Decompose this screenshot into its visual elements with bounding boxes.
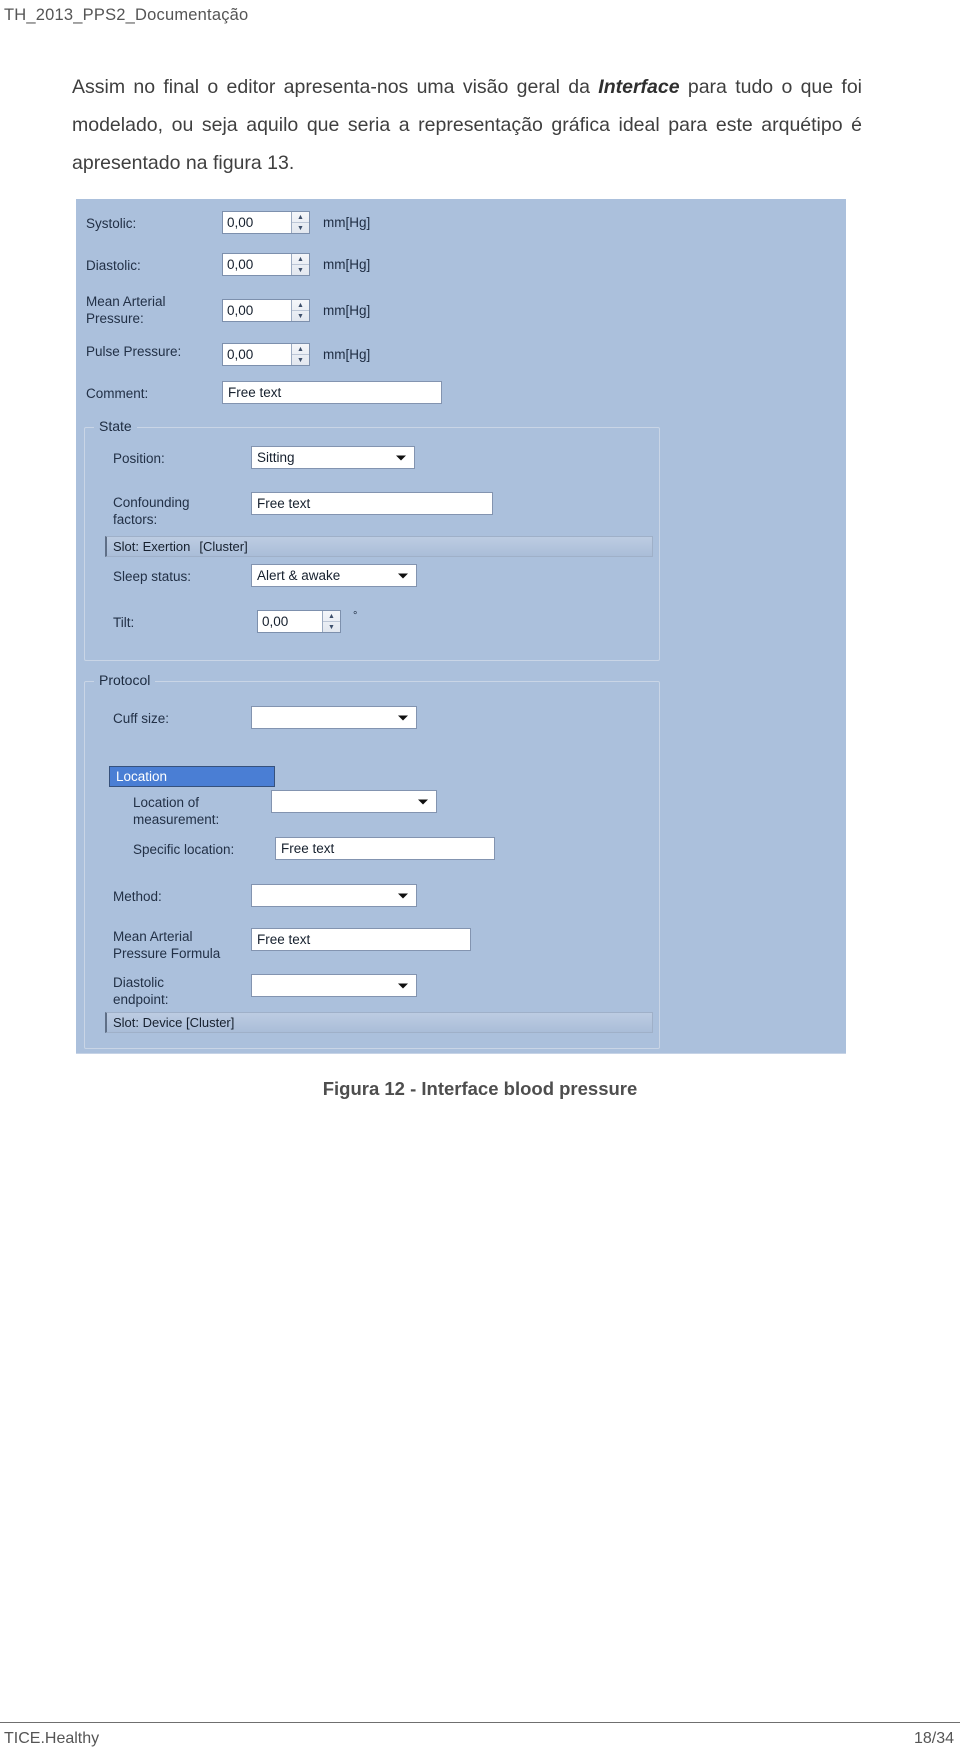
footer-project-name: TICE.Healthy: [4, 1730, 100, 1747]
label-diastolic-endpoint: Diastolic endpoint:: [113, 975, 169, 1007]
input-diastolic-value: 0,00: [227, 257, 254, 272]
input-mean-arterial-pressure-value: 0,00: [227, 303, 254, 318]
spinner-down-icon[interactable]: ▼: [292, 355, 309, 365]
chevron-down-icon[interactable]: [418, 799, 428, 804]
body-text-block: Assim no final o editor apresenta-nos um…: [72, 68, 862, 182]
spinner-buttons-diastolic[interactable]: ▲ ▼: [291, 254, 309, 275]
input-systolic[interactable]: 0,00 ▲ ▼: [222, 211, 310, 234]
select-method[interactable]: [251, 884, 417, 907]
input-confounding-factors[interactable]: Free text: [251, 492, 493, 515]
label-pulse-pressure: Pulse Pressure:: [86, 344, 182, 359]
unit-systolic: mm[Hg]: [323, 215, 371, 230]
spinner-down-icon[interactable]: ▼: [323, 622, 340, 632]
footer-divider: [0, 1722, 960, 1723]
unit-pulse-pressure: mm[Hg]: [323, 347, 371, 362]
label-comment: Comment:: [86, 386, 149, 401]
input-systolic-value: 0,00: [227, 215, 254, 230]
spinner-down-icon[interactable]: ▼: [292, 311, 309, 321]
label-position: Position:: [113, 451, 165, 466]
footer-page-number: 18/34: [913, 1730, 954, 1747]
figure-blood-pressure-interface: Systolic: 0,00 ▲ ▼ mm[Hg] Diastolic: 0,00…: [76, 199, 846, 1054]
slot-device[interactable]: Slot: Device [Cluster]: [105, 1012, 653, 1033]
select-position-value: Sitting: [257, 450, 295, 465]
input-pulse-pressure[interactable]: 0,00 ▲ ▼: [222, 343, 310, 366]
label-mean-arterial-pressure: Mean Arterial Pressure:: [86, 294, 166, 326]
input-specific-location[interactable]: Free text: [275, 837, 495, 860]
input-comment[interactable]: Free text: [222, 381, 442, 404]
select-location-of-measurement[interactable]: [271, 790, 437, 813]
spinner-buttons-tilt[interactable]: ▲ ▼: [322, 611, 340, 632]
select-diastolic-endpoint[interactable]: [251, 974, 417, 997]
label-sleep-status: Sleep status:: [113, 569, 192, 584]
chevron-down-icon[interactable]: [398, 573, 408, 578]
group-state-title: State: [94, 418, 137, 434]
label-tilt: Tilt:: [113, 615, 135, 630]
unit-tilt: °: [353, 610, 358, 622]
input-pulse-pressure-value: 0,00: [227, 347, 254, 362]
list-item-location-selected[interactable]: Location: [109, 766, 275, 787]
group-protocol: Protocol Cuff size: Location Location of…: [84, 672, 660, 1049]
chevron-down-icon[interactable]: [398, 893, 408, 898]
input-mean-arterial-pressure[interactable]: 0,00 ▲ ▼: [222, 299, 310, 322]
input-tilt[interactable]: 0,00 ▲ ▼: [257, 610, 341, 633]
slot-exertion[interactable]: Slot: Exertion [Cluster]: [105, 536, 653, 557]
spinner-buttons-systolic[interactable]: ▲ ▼: [291, 212, 309, 233]
label-cuff-size: Cuff size:: [113, 711, 170, 726]
select-sleep-status-value: Alert & awake: [257, 568, 341, 583]
slot-exertion-name: Slot: Exertion: [113, 539, 191, 554]
figure-caption: Figura 12 - Interface blood pressure: [322, 1078, 638, 1099]
paragraph-part-before: Assim no final o editor apresenta-nos um…: [72, 76, 599, 98]
chevron-down-icon[interactable]: [396, 455, 406, 460]
label-confounding-factors: Confounding factors:: [113, 495, 190, 527]
spinner-up-icon[interactable]: ▲: [292, 254, 309, 265]
form-bottom-strip: [76, 1053, 846, 1054]
paragraph: Assim no final o editor apresenta-nos um…: [72, 68, 862, 182]
group-protocol-title: Protocol: [94, 672, 156, 688]
select-position[interactable]: Sitting: [251, 446, 415, 469]
spinner-buttons-pulse-pressure[interactable]: ▲ ▼: [291, 344, 309, 365]
label-specific-location: Specific location:: [133, 842, 235, 857]
input-tilt-value: 0,00: [262, 614, 289, 629]
form-surface: Systolic: 0,00 ▲ ▼ mm[Hg] Diastolic: 0,00…: [76, 199, 846, 1054]
unit-mean-arterial-pressure: mm[Hg]: [323, 303, 371, 318]
spinner-up-icon[interactable]: ▲: [323, 611, 340, 622]
spinner-up-icon[interactable]: ▲: [292, 300, 309, 311]
spinner-down-icon[interactable]: ▼: [292, 265, 309, 275]
document-header: TH_2013_PPS2_Documentação: [4, 6, 249, 24]
label-location-of-measurement: Location of measurement:: [133, 795, 220, 827]
label-systolic: Systolic:: [86, 216, 137, 231]
unit-diastolic: mm[Hg]: [323, 257, 371, 272]
label-diastolic: Diastolic:: [86, 258, 141, 273]
label-map-formula: Mean Arterial Pressure Formula: [113, 929, 221, 961]
slot-exertion-kind: [Cluster]: [199, 539, 248, 554]
spinner-buttons-mean-arterial-pressure[interactable]: ▲ ▼: [291, 300, 309, 321]
spinner-up-icon[interactable]: ▲: [292, 344, 309, 355]
paragraph-emphasis: Interface: [598, 76, 680, 98]
label-method: Method:: [113, 889, 162, 904]
chevron-down-icon[interactable]: [398, 715, 408, 720]
input-map-formula[interactable]: Free text: [251, 928, 471, 951]
slot-device-name: Slot: Device [Cluster]: [113, 1015, 235, 1030]
spinner-up-icon[interactable]: ▲: [292, 212, 309, 223]
group-state: State Position: Sitting Confounding fact…: [84, 418, 660, 661]
chevron-down-icon[interactable]: [398, 983, 408, 988]
spinner-down-icon[interactable]: ▼: [292, 223, 309, 233]
input-diastolic[interactable]: 0,00 ▲ ▼: [222, 253, 310, 276]
select-cuff-size[interactable]: [251, 706, 417, 729]
select-sleep-status[interactable]: Alert & awake: [251, 564, 417, 587]
